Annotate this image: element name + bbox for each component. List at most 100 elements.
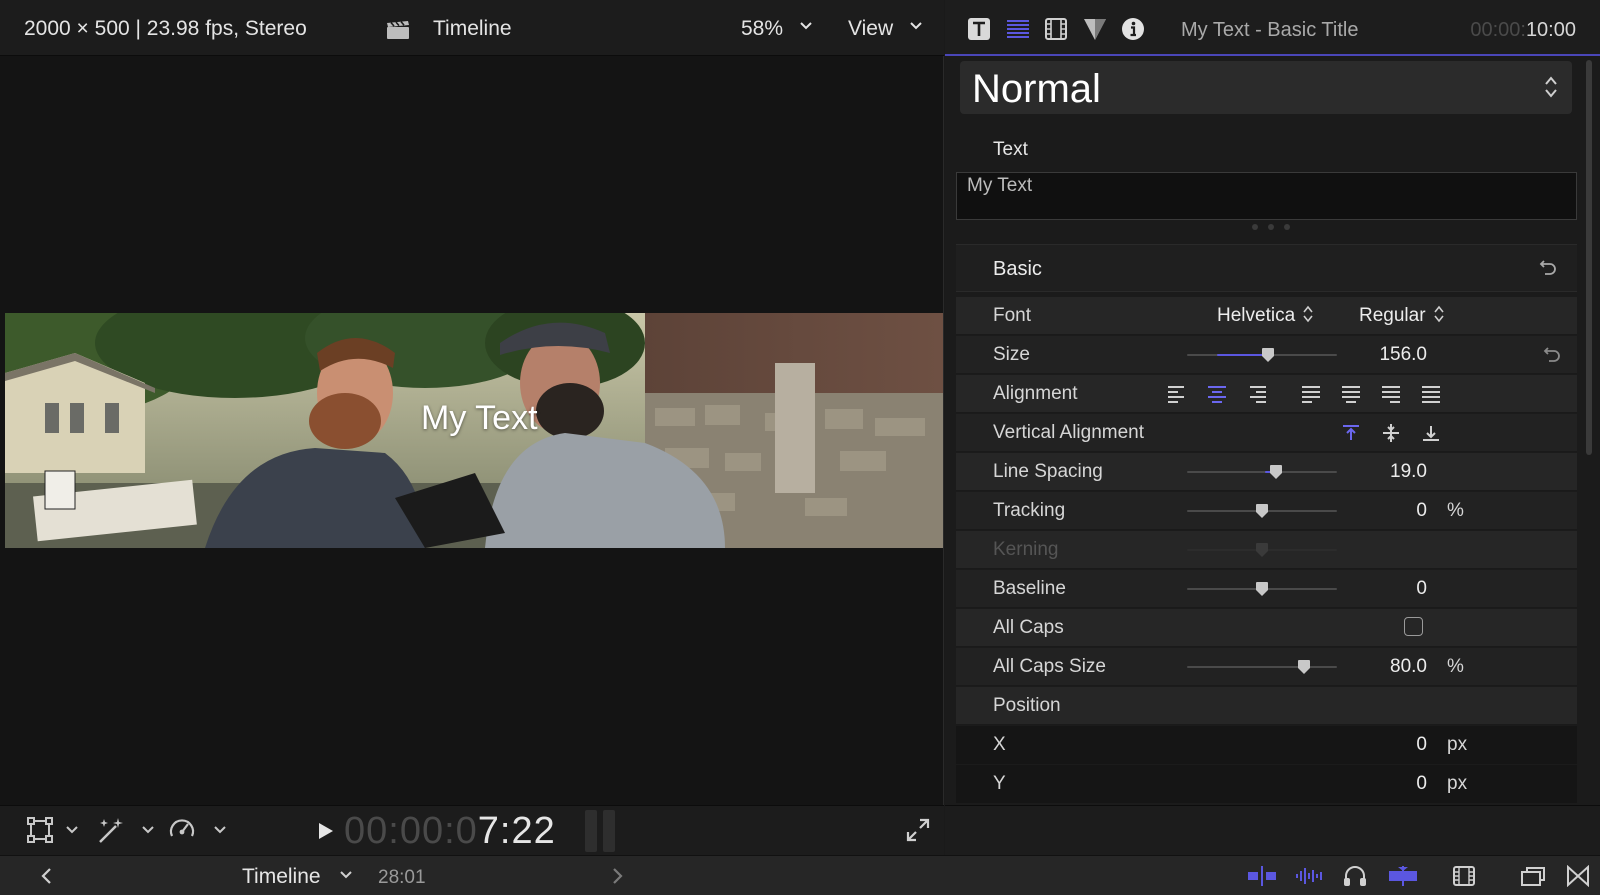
font-style-value: Regular bbox=[1359, 305, 1426, 326]
baseline-row: Baseline 0 bbox=[956, 570, 1577, 608]
magic-wand-icon[interactable] bbox=[96, 816, 126, 844]
zoom-menu[interactable]: 58% bbox=[741, 17, 783, 41]
text-inspector-icon[interactable] bbox=[967, 17, 991, 41]
font-style-menu[interactable]: Regular bbox=[1359, 305, 1444, 327]
baseline-label: Baseline bbox=[993, 578, 1066, 599]
transitions-icon[interactable] bbox=[1566, 865, 1590, 887]
justify-right-icon[interactable] bbox=[1380, 384, 1402, 404]
kerning-label: Kerning bbox=[993, 539, 1059, 560]
color-icon[interactable] bbox=[1083, 17, 1107, 41]
baseline-value[interactable]: 0 bbox=[1416, 578, 1427, 600]
duration-lit: 10:00 bbox=[1525, 19, 1576, 41]
forward-icon[interactable] bbox=[612, 867, 624, 885]
line-spacing-slider[interactable] bbox=[1187, 465, 1337, 479]
align-right-icon[interactable] bbox=[1246, 384, 1268, 404]
font-family-menu[interactable]: Helvetica bbox=[1217, 305, 1313, 327]
position-x-value[interactable]: 0 bbox=[1416, 734, 1427, 756]
inspector-footer bbox=[945, 805, 1600, 855]
timeline-duration: 28:01 bbox=[378, 867, 426, 888]
slider-knob bbox=[1256, 543, 1268, 557]
chevron-down-icon[interactable] bbox=[340, 871, 352, 879]
inspector-scrollbar[interactable] bbox=[1586, 60, 1592, 455]
video-inspector-icon[interactable] bbox=[1006, 17, 1030, 41]
chevron-down-icon[interactable] bbox=[142, 826, 154, 834]
alignment-label: Alignment bbox=[993, 383, 1078, 404]
title-text-overlay[interactable]: My Text bbox=[421, 399, 538, 438]
filmstrip-icon[interactable] bbox=[1044, 17, 1068, 41]
viewer-panel: 2000 × 500 | 23.98 fps, Stereo Timeline … bbox=[0, 0, 944, 855]
duration-dim: 00:00: bbox=[1470, 19, 1526, 41]
viewer-footer: 00:00:07:22 bbox=[0, 805, 944, 855]
all-caps-size-row: All Caps Size 80.0 % bbox=[956, 648, 1577, 686]
timeline-title[interactable]: Timeline bbox=[242, 865, 321, 889]
timecode-display[interactable]: 00:00:07:22 bbox=[344, 810, 556, 853]
speed-icon[interactable] bbox=[168, 816, 196, 844]
slider-knob[interactable] bbox=[1261, 347, 1275, 363]
justify-full-icon[interactable] bbox=[1420, 384, 1442, 404]
clip-skimming-icon[interactable] bbox=[1247, 865, 1277, 887]
filmstrip-icon[interactable] bbox=[1452, 865, 1476, 887]
browser-icon[interactable] bbox=[1520, 865, 1546, 887]
slider-knob[interactable] bbox=[1269, 464, 1283, 480]
chevron-down-icon[interactable] bbox=[66, 826, 78, 834]
line-spacing-row: Line Spacing 19.0 bbox=[956, 453, 1577, 491]
format-info: 2000 × 500 | 23.98 fps, Stereo bbox=[24, 17, 307, 40]
chevron-down-icon[interactable] bbox=[800, 22, 812, 30]
all-caps-checkbox[interactable] bbox=[1404, 617, 1423, 636]
video-canvas[interactable]: My Text bbox=[5, 313, 943, 548]
reset-icon[interactable] bbox=[1543, 345, 1561, 363]
valign-middle-icon[interactable] bbox=[1380, 423, 1402, 443]
chevron-down-icon[interactable] bbox=[214, 826, 226, 834]
resize-handle-icon[interactable] bbox=[1249, 223, 1293, 231]
info-icon[interactable] bbox=[1121, 17, 1145, 41]
preset-selector[interactable]: Normal bbox=[960, 61, 1572, 114]
all-caps-size-slider[interactable] bbox=[1187, 660, 1337, 674]
slider-knob[interactable] bbox=[1255, 581, 1269, 597]
slider-knob[interactable] bbox=[1297, 659, 1311, 675]
align-left-icon[interactable] bbox=[1166, 384, 1188, 404]
valign-top-icon[interactable] bbox=[1340, 423, 1362, 443]
position-x-label: X bbox=[993, 734, 1006, 755]
alignment-row: Alignment bbox=[956, 375, 1577, 413]
kerning-row: Kerning bbox=[956, 531, 1577, 569]
audio-meter bbox=[585, 810, 615, 852]
vertical-alignment-label: Vertical Alignment bbox=[993, 422, 1145, 443]
reset-icon[interactable] bbox=[1539, 258, 1557, 276]
headphones-icon[interactable] bbox=[1343, 865, 1367, 887]
justify-left-icon[interactable] bbox=[1300, 384, 1322, 404]
basic-section-header[interactable]: Basic bbox=[956, 244, 1577, 292]
all-caps-label: All Caps bbox=[993, 617, 1064, 638]
tracking-slider[interactable] bbox=[1187, 504, 1337, 518]
inspector-title: My Text - Basic Title bbox=[1181, 19, 1359, 41]
text-field[interactable] bbox=[956, 172, 1577, 220]
audio-waveform-icon[interactable] bbox=[1294, 865, 1324, 887]
snapping-icon[interactable] bbox=[1388, 865, 1418, 887]
all-caps-size-unit: % bbox=[1447, 656, 1464, 677]
chevron-down-icon[interactable] bbox=[910, 22, 922, 30]
transform-icon[interactable] bbox=[26, 816, 54, 844]
back-icon[interactable] bbox=[40, 867, 52, 885]
size-value[interactable]: 156.0 bbox=[1379, 344, 1427, 366]
all-caps-size-value[interactable]: 80.0 bbox=[1390, 656, 1427, 678]
size-row: Size 156.0 bbox=[956, 336, 1577, 374]
play-icon[interactable] bbox=[318, 822, 334, 840]
baseline-slider[interactable] bbox=[1187, 582, 1337, 596]
view-menu[interactable]: View bbox=[848, 17, 893, 41]
size-slider[interactable] bbox=[1187, 348, 1337, 362]
fullscreen-icon[interactable] bbox=[906, 818, 930, 842]
line-spacing-value[interactable]: 19.0 bbox=[1390, 461, 1427, 483]
all-caps-row: All Caps bbox=[956, 609, 1577, 647]
tracking-value[interactable]: 0 bbox=[1416, 500, 1427, 522]
tracking-row: Tracking 0 % bbox=[956, 492, 1577, 530]
slider-knob[interactable] bbox=[1255, 503, 1269, 519]
inspector-header: My Text - Basic Title 00:00:10:00 bbox=[945, 0, 1600, 56]
vertical-alignment-row: Vertical Alignment bbox=[956, 414, 1577, 452]
position-row[interactable]: Position bbox=[956, 687, 1577, 725]
valign-bottom-icon[interactable] bbox=[1420, 423, 1442, 443]
justify-center-icon[interactable] bbox=[1340, 384, 1362, 404]
position-y-value[interactable]: 0 bbox=[1416, 773, 1427, 795]
size-label: Size bbox=[993, 344, 1030, 365]
tracking-label: Tracking bbox=[993, 500, 1066, 521]
tracking-unit: % bbox=[1447, 500, 1464, 521]
align-center-icon[interactable] bbox=[1206, 384, 1228, 404]
